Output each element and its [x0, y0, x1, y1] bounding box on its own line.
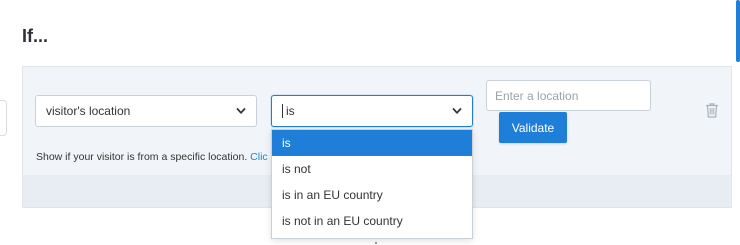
field-select[interactable]: visitor's location: [35, 95, 257, 127]
operator-select[interactable]: is: [271, 95, 473, 127]
dropdown-option[interactable]: is not in an EU country: [272, 208, 472, 234]
scrollbar-thumb[interactable]: [736, 0, 740, 62]
location-input[interactable]: [486, 80, 651, 111]
text-caret: [282, 104, 283, 119]
field-select-value: visitor's location: [46, 104, 131, 118]
chevron-down-icon: [452, 108, 462, 114]
validate-button[interactable]: Validate: [499, 112, 567, 143]
operator-dropdown-menu: is is not is in an EU country is not in …: [271, 129, 473, 239]
help-text-body: Show if your visitor is from a specific …: [36, 151, 251, 163]
side-panel-edge: [0, 100, 7, 136]
help-link[interactable]: Clic: [250, 151, 268, 163]
divider-dot: [375, 242, 377, 244]
operator-select-value: is: [286, 103, 295, 118]
help-text: Show if your visitor is from a specific …: [36, 151, 268, 163]
trash-icon[interactable]: [705, 102, 719, 118]
dropdown-option[interactable]: is in an EU country: [272, 182, 472, 208]
section-heading: If...: [22, 26, 48, 46]
dropdown-option[interactable]: is: [272, 130, 472, 156]
chevron-down-icon: [236, 108, 246, 114]
dropdown-option[interactable]: is not: [272, 156, 472, 182]
